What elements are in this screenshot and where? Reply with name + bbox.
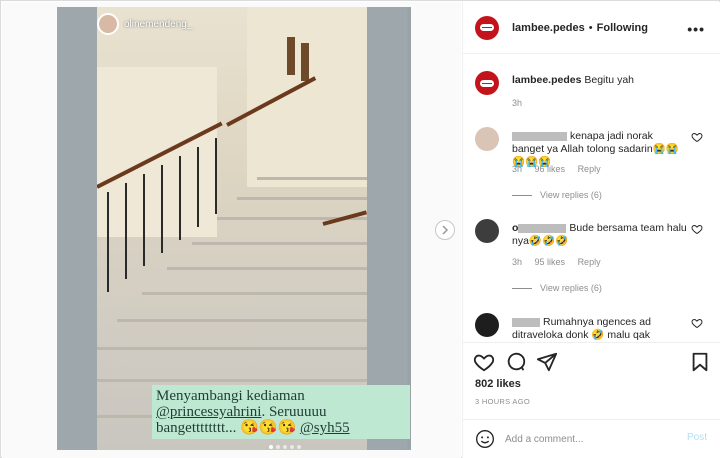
view-replies-button[interactable]: View replies (6)	[512, 190, 602, 200]
comment-likes[interactable]: 96 likes	[535, 164, 566, 174]
comment-text: o Bude bersama team halu nya🤣🤣🤣	[512, 222, 687, 248]
chevron-right-icon	[442, 225, 449, 235]
emoji-icon[interactable]	[475, 429, 495, 449]
bookmark-icon[interactable]	[689, 351, 711, 373]
caption-text: bangetttttttt... 😘😘😘	[156, 420, 300, 436]
header-username[interactable]: lambee.pedes	[512, 22, 585, 34]
story-caption: Menyambangi kediaman @princessyahrini. S…	[152, 385, 410, 439]
comment-time: 3h	[512, 257, 523, 267]
reply-button[interactable]: Reply	[578, 164, 601, 174]
comment-meta: 3h 95 likes Reply	[512, 257, 611, 267]
avatar[interactable]	[475, 71, 499, 95]
caption-mention: @syh55	[299, 420, 350, 436]
comment-body: Begitu yah	[584, 74, 634, 86]
story-user: olinemendeng_	[97, 13, 192, 35]
caption-mention: @princessyahrini	[156, 404, 262, 420]
separator: •	[588, 21, 593, 34]
reply-button[interactable]: Reply	[578, 257, 601, 267]
heart-icon[interactable]	[691, 317, 703, 329]
right-border	[367, 7, 407, 450]
heart-icon[interactable]	[691, 223, 703, 235]
comment-username[interactable]: lambee.pedes	[512, 74, 581, 86]
post-button[interactable]: Post	[687, 432, 707, 443]
lips-icon	[480, 79, 494, 87]
view-replies-label: View replies (6)	[540, 283, 602, 293]
heart-icon[interactable]	[691, 131, 703, 143]
post-actions: 802 likes 3 HOURS AGO	[463, 342, 720, 426]
story-screenshot: olinemendeng_ Menyambangi kediaman @prin…	[57, 7, 411, 450]
view-replies-label: View replies (6)	[540, 190, 602, 200]
comments-list: lambee.pedes Begitu yah 3h kenapa jadi n…	[463, 55, 720, 342]
avatar[interactable]	[475, 127, 499, 151]
following-button[interactable]: Following	[597, 22, 648, 34]
post-media: olinemendeng_ Menyambangi kediaman @prin…	[2, 2, 461, 458]
blurred-username	[512, 131, 567, 141]
comment-meta: 3h	[512, 98, 532, 108]
comment-icon[interactable]	[505, 351, 527, 373]
lips-icon	[480, 24, 494, 31]
story-username: olinemendeng_	[124, 18, 193, 30]
caption-text: . Seruuuuu	[261, 404, 327, 420]
comment-text: Rumahnya ngences ad ditraveloka donk 🤣 m…	[512, 316, 687, 342]
wall-frame	[287, 37, 295, 75]
next-slide-button[interactable]	[435, 220, 455, 240]
left-border	[57, 7, 97, 450]
comment-time: 3h	[512, 164, 523, 174]
carousel-dots	[269, 445, 301, 449]
avatar[interactable]	[475, 313, 499, 337]
comment-likes[interactable]: 95 likes	[535, 257, 566, 267]
avatar	[97, 13, 119, 35]
wall-frame	[301, 43, 309, 81]
view-replies-button[interactable]: View replies (6)	[512, 283, 602, 293]
post-timestamp: 3 HOURS AGO	[475, 397, 530, 406]
caption-text: Menyambangi kediaman	[156, 388, 305, 404]
post-dialog: olinemendeng_ Menyambangi kediaman @prin…	[0, 0, 720, 458]
post-details: lambee.pedes • Following ••• lambee.pede…	[462, 2, 720, 458]
blurred-username	[518, 223, 567, 233]
comment-input[interactable]	[505, 431, 675, 447]
comment-composer: Post	[463, 419, 720, 458]
list-item: Rumahnya ngences ad ditraveloka donk 🤣 m…	[475, 313, 715, 342]
avatar[interactable]	[475, 15, 499, 40]
blurred-username	[512, 317, 540, 327]
comment-time: 3h	[512, 98, 523, 108]
more-options-icon[interactable]: •••	[687, 21, 705, 37]
likes-count[interactable]: 802 likes	[475, 378, 521, 390]
list-item: lambee.pedes Begitu yah 3h	[475, 71, 715, 115]
share-icon[interactable]	[536, 351, 558, 373]
like-heart-icon[interactable]	[473, 351, 495, 373]
list-item: kenapa jadi norak banget ya Allah tolong…	[475, 127, 715, 207]
comment-meta: 3h 96 likes Reply	[512, 164, 611, 174]
avatar[interactable]	[475, 219, 499, 243]
post-header: lambee.pedes • Following •••	[463, 2, 720, 54]
staircase-photo	[97, 7, 367, 450]
comment-text: lambee.pedes Begitu yah	[512, 74, 687, 87]
list-item: o Bude bersama team halu nya🤣🤣🤣 3h 95 lik…	[475, 219, 715, 299]
